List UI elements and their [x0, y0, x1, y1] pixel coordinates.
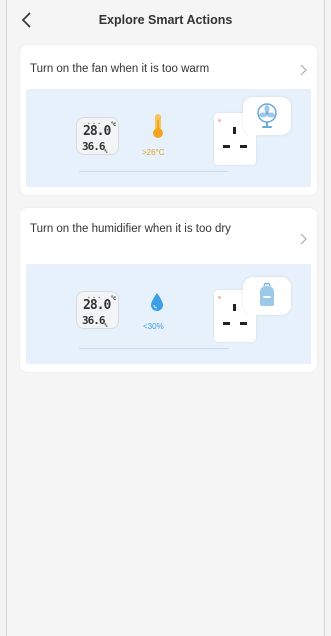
- card-title: Turn on the fan when it is too warm: [30, 63, 210, 75]
- thermo-hygrometer-device: ▪ ▪ ▪ 28.0°c 36.6%: [76, 117, 119, 155]
- target-device-bubble: [243, 97, 291, 140]
- screen: Explore Smart Actions Turn on the fan wh…: [6, 0, 325, 636]
- smart-action-card-humidifier[interactable]: Turn on the humidifier when it is too dr…: [20, 208, 317, 372]
- fan-icon: [257, 103, 277, 128]
- connector-line: [79, 171, 229, 172]
- card-title: Turn on the humidifier when it is too dr…: [30, 223, 231, 235]
- thermo-hygrometer-device: ▪ ▪ ▪ 28.0°c 36.6%: [76, 291, 119, 329]
- chevron-right-icon: [300, 233, 307, 245]
- sensor-humidity: 36.6: [82, 140, 105, 153]
- sensor-humidity-unit: %: [104, 323, 108, 330]
- smart-action-card-fan[interactable]: Turn on the fan when it is too warm ▪ ▪ …: [20, 45, 317, 195]
- target-device-bubble: [243, 277, 291, 320]
- action-illustration: ▪ ▪ ▪ 28.0°c 36.6% >26°C: [26, 89, 311, 187]
- sensor-temperature: 28.0: [83, 124, 111, 139]
- page-title: Explore Smart Actions: [98, 13, 233, 27]
- sensor-humidity-unit: %: [104, 149, 108, 156]
- connector-line: [79, 348, 229, 349]
- sensor-humidity: 36.6: [82, 314, 105, 327]
- action-illustration: ▪ ▪ ▪ 28.0°c 36.6% <30%: [26, 264, 311, 364]
- condition-label: <30%: [143, 322, 164, 331]
- water-drop-icon: [151, 293, 163, 311]
- sensor-temp-unit: °c: [110, 294, 116, 302]
- sensor-temperature: 28.0: [83, 298, 111, 313]
- header: Explore Smart Actions: [7, 0, 324, 44]
- sensor-temp-unit: °c: [110, 120, 116, 128]
- condition-label: >26°C: [142, 148, 165, 157]
- thermometer-icon: [153, 114, 163, 138]
- humidifier-icon: [260, 282, 274, 306]
- chevron-right-icon: [300, 64, 307, 76]
